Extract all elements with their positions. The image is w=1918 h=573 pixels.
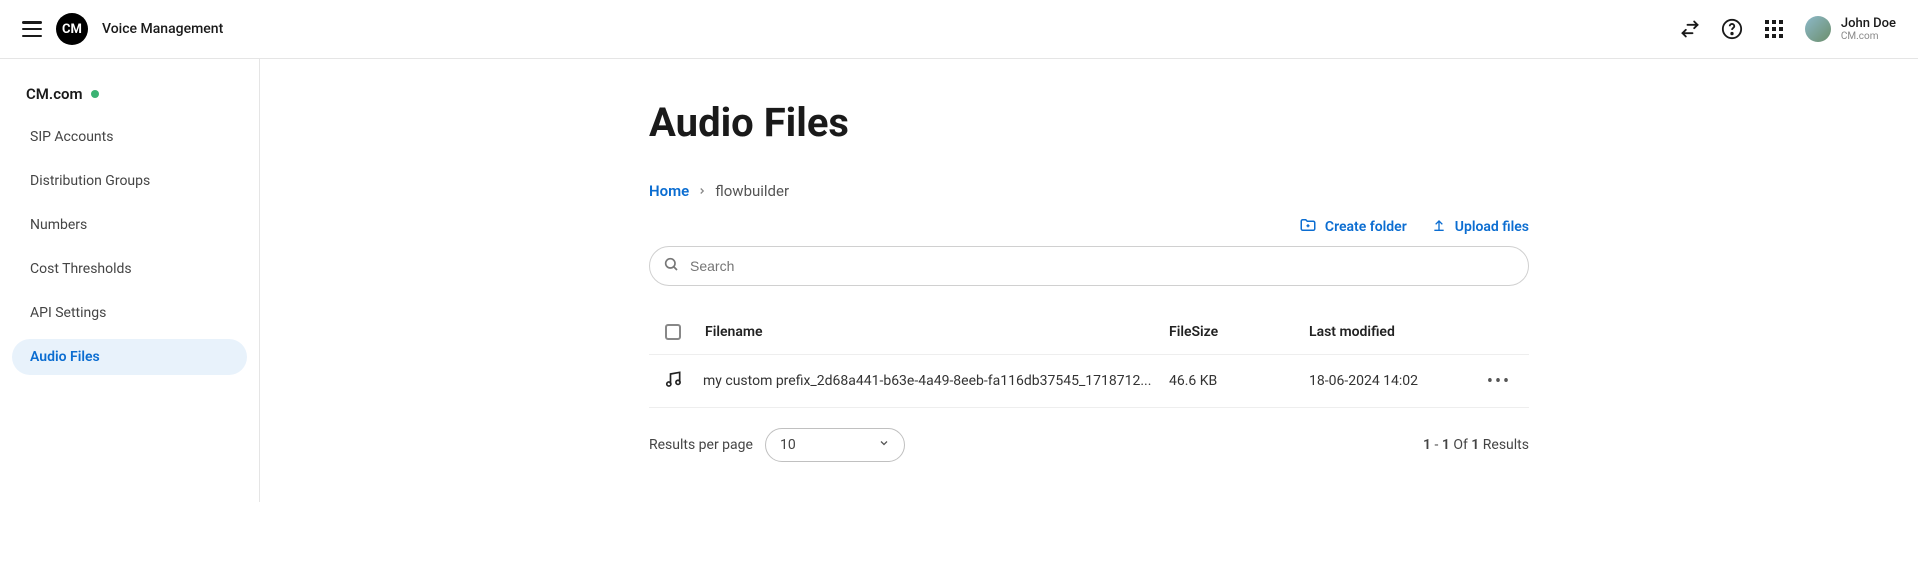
user-menu[interactable]: John Doe CM.com [1805, 16, 1896, 42]
file-modified-cell: 18-06-2024 14:02 [1309, 373, 1469, 389]
sidebar-item-label: SIP Accounts [30, 129, 113, 145]
folder-plus-icon [1299, 216, 1317, 238]
audio-file-icon [663, 377, 683, 393]
row-actions-icon[interactable]: ••• [1487, 371, 1511, 392]
col-header-lastmodified[interactable]: Last modified [1309, 324, 1469, 340]
user-name: John Doe [1841, 16, 1896, 31]
pagination: Results per page 10 1 - 1 Of 1 Results [649, 408, 1529, 462]
results-label: Results [1483, 437, 1529, 453]
breadcrumb: Home flowbuilder [649, 182, 1529, 200]
sidebar-item-label: API Settings [30, 305, 106, 321]
top-header: CM Voice Management [0, 0, 1918, 59]
sidebar-item-numbers[interactable]: Numbers [12, 207, 247, 243]
create-folder-label: Create folder [1325, 219, 1407, 235]
total: 1 [1471, 437, 1479, 453]
search-icon [663, 256, 679, 276]
hamburger-icon[interactable] [22, 21, 42, 37]
chevron-down-icon [878, 437, 890, 453]
app-title: Voice Management [102, 21, 223, 37]
actions-row: Create folder Upload files [649, 216, 1529, 238]
logo[interactable]: CM [56, 13, 88, 45]
status-dot-icon [91, 90, 99, 98]
sidebar-item-distribution-groups[interactable]: Distribution Groups [12, 163, 247, 199]
swap-icon[interactable] [1679, 18, 1701, 40]
avatar [1805, 16, 1831, 42]
results-summary: 1 - 1 Of 1 Results [1423, 437, 1529, 453]
file-size-cell: 46.6 KB [1169, 373, 1309, 389]
user-text: John Doe CM.com [1841, 16, 1896, 42]
sidebar-org[interactable]: CM.com [12, 79, 247, 119]
col-header-filesize[interactable]: FileSize [1169, 324, 1309, 340]
search-wrap [649, 246, 1529, 286]
results-per-page-label: Results per page [649, 437, 753, 453]
file-name-cell: my custom prefix_2d68a441-b63e-4a49-8eeb… [703, 373, 1169, 389]
breadcrumb-current: flowbuilder [715, 182, 789, 200]
header-left: CM Voice Management [22, 13, 223, 45]
sidebar-org-label: CM.com [26, 85, 83, 103]
header-right: John Doe CM.com [1679, 16, 1896, 42]
page-title: Audio Files [649, 99, 1529, 146]
range-end: 1 [1442, 437, 1450, 453]
table-header: Filename FileSize Last modified [649, 310, 1529, 354]
sidebar-item-sip-accounts[interactable]: SIP Accounts [12, 119, 247, 155]
create-folder-button[interactable]: Create folder [1299, 216, 1407, 238]
main: Audio Files Home flowbuilder Create [260, 59, 1918, 502]
search-input[interactable] [649, 246, 1529, 286]
upload-files-label: Upload files [1455, 219, 1529, 235]
sidebar-item-label: Numbers [30, 217, 87, 233]
table-row[interactable]: my custom prefix_2d68a441-b63e-4a49-8eeb… [649, 354, 1529, 407]
chevron-right-icon [697, 182, 707, 200]
user-org: CM.com [1841, 31, 1896, 42]
help-icon[interactable] [1721, 18, 1743, 40]
upload-files-button[interactable]: Upload files [1431, 216, 1529, 238]
sidebar-item-cost-thresholds[interactable]: Cost Thresholds [12, 251, 247, 287]
sidebar-item-api-settings[interactable]: API Settings [12, 295, 247, 331]
upload-icon [1431, 217, 1447, 237]
range-start: 1 [1423, 437, 1431, 453]
sidebar-item-audio-files[interactable]: Audio Files [12, 339, 247, 375]
select-all-checkbox[interactable] [665, 324, 681, 340]
select-value: 10 [780, 437, 878, 453]
sidebar: CM.com SIP Accounts Distribution Groups … [0, 59, 260, 502]
sidebar-item-label: Cost Thresholds [30, 261, 132, 277]
sidebar-item-label: Distribution Groups [30, 173, 150, 189]
of-label: Of [1453, 437, 1468, 453]
sidebar-item-label: Audio Files [30, 349, 100, 365]
results-per-page-select[interactable]: 10 [765, 428, 905, 462]
apps-icon[interactable] [1763, 18, 1785, 40]
breadcrumb-home[interactable]: Home [649, 182, 689, 200]
col-header-filename[interactable]: Filename [705, 324, 1169, 340]
